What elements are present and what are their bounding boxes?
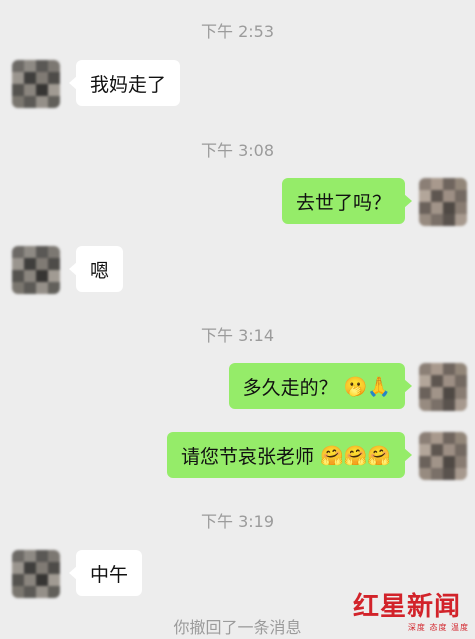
emoji-icons: 🫢🙏 [343, 375, 391, 398]
message-bubble-sent[interactable]: 去世了吗？ [281, 178, 412, 224]
watermark-slogan: 深度 态度 温度 [407, 623, 469, 632]
message-text: 我妈走了 [90, 73, 167, 96]
message-text: 请您节哀张老师 [181, 445, 315, 468]
message-text: 嗯 [90, 259, 110, 282]
message-bubble-received[interactable]: 嗯 [69, 246, 124, 292]
timestamp: 下午 3:08 [200, 141, 275, 160]
timestamp: 下午 2:53 [200, 22, 275, 41]
emoji-icons: 🤗🤗🤗 [320, 444, 391, 467]
avatar-contact[interactable] [12, 60, 60, 108]
avatar-contact[interactable] [12, 550, 60, 598]
avatar-contact[interactable] [12, 246, 60, 294]
brand-watermark: 红星新闻 深度 态度 温度 [353, 593, 469, 633]
timestamp: 下午 3:14 [200, 326, 275, 345]
message-text: 去世了吗？ [295, 191, 391, 214]
avatar-self[interactable] [419, 178, 467, 226]
timestamp: 下午 3:19 [200, 512, 275, 531]
message-bubble-sent[interactable]: 请您节哀张老师 🤗🤗🤗 [167, 432, 412, 478]
watermark-logo-text: 红星新闻 [353, 592, 462, 622]
message-bubble-received[interactable]: 中午 [69, 550, 143, 596]
message-bubble-received[interactable]: 我妈走了 [69, 60, 181, 106]
avatar-self[interactable] [419, 363, 467, 411]
avatar-self[interactable] [419, 432, 467, 480]
message-bubble-sent[interactable]: 多久走的？ 🫢🙏 [228, 363, 412, 409]
message-text: 多久走的？ [242, 376, 338, 399]
message-text: 中午 [90, 563, 129, 586]
